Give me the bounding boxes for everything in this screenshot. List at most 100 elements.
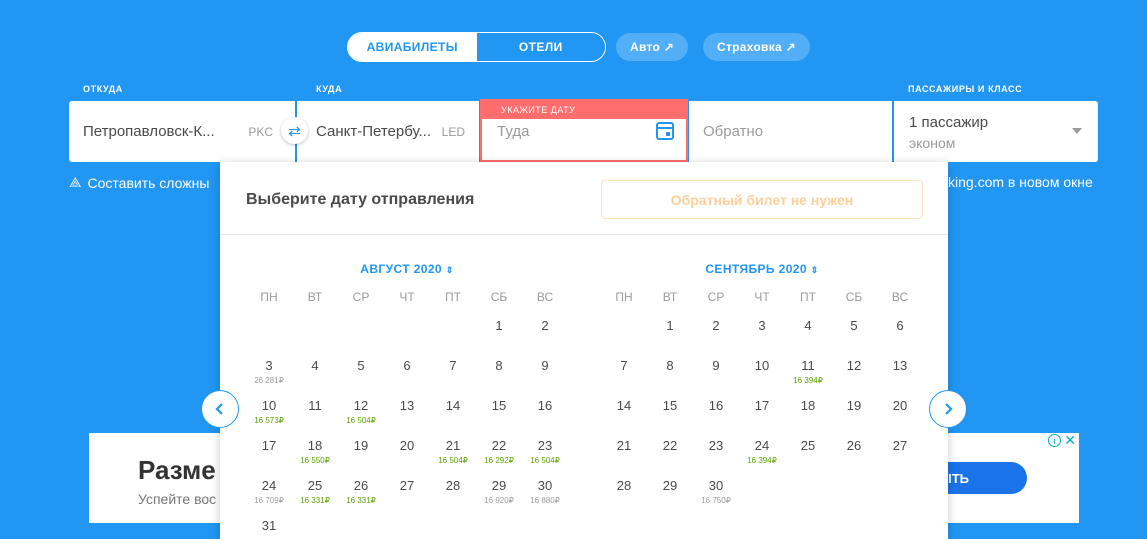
calendar-day[interactable]: 23 <box>693 438 739 454</box>
calendar-day[interactable]: 17 <box>739 398 785 414</box>
calendar-day[interactable]: 8 <box>476 358 522 374</box>
day-number: 26 <box>353 478 369 493</box>
date-picker: Выберите дату отправления Обратный билет… <box>220 162 948 539</box>
calendar-day[interactable]: 9 <box>693 358 739 374</box>
prev-month-button[interactable] <box>201 390 239 428</box>
calendar-day[interactable]: 29 <box>647 478 693 494</box>
origin-field[interactable]: Петропавловск-К... PKC <box>69 101 295 162</box>
day-number: 2 <box>541 318 549 333</box>
tab-flights[interactable]: Авиабилеты <box>348 33 477 61</box>
info-icon[interactable]: i <box>1048 434 1061 447</box>
calendar-day[interactable]: 16 <box>522 398 568 414</box>
day-number: 16 <box>708 398 724 413</box>
calendar-day[interactable]: 6 <box>877 318 923 334</box>
day-price: 16 920₽ <box>484 496 514 505</box>
calendar-day[interactable]: 21 <box>601 438 647 454</box>
calendar-day[interactable]: 3 26 281₽ <box>246 358 292 386</box>
tab-group: Авиабилеты Отели <box>347 32 606 62</box>
departure-placeholder: Туда <box>497 123 530 140</box>
calendar-day[interactable]: 10 16 573₽ <box>246 398 292 426</box>
day-price: 16 504₽ <box>530 456 560 465</box>
auto-link[interactable]: Авто ↗ <box>616 33 689 61</box>
calendar-day[interactable]: 14 <box>601 398 647 414</box>
calendar-day[interactable]: 20 <box>877 398 923 414</box>
calendar-day[interactable]: 9 <box>522 358 568 374</box>
day-price: 16 331₽ <box>346 496 376 505</box>
day-number: 1 <box>666 318 674 333</box>
passengers-field[interactable]: 1 пассажир эконом <box>894 101 1098 162</box>
insurance-link[interactable]: Страховка ↗ <box>703 33 810 61</box>
sort-icon: ⇕ <box>810 265 819 275</box>
calendar-day[interactable]: 18 <box>785 398 831 414</box>
calendar-day[interactable]: 12 <box>831 358 877 374</box>
calendar-day[interactable]: 2 <box>693 318 739 334</box>
calendar-day[interactable]: 13 <box>877 358 923 374</box>
calendar-day[interactable]: 25 <box>785 438 831 454</box>
day-number: 12 <box>846 358 862 373</box>
calendar-day[interactable]: 24 16 709₽ <box>246 478 292 506</box>
oneway-button[interactable]: Обратный билет не нужен <box>601 180 923 219</box>
day-number: 24 <box>261 478 277 493</box>
day-number: 3 <box>758 318 766 333</box>
calendar-day[interactable]: 1 <box>476 318 522 334</box>
calendar-day[interactable]: 19 <box>831 398 877 414</box>
calendar-icon[interactable] <box>656 122 674 140</box>
day-number: 23 <box>708 438 724 453</box>
calendar-day[interactable]: 3 <box>739 318 785 334</box>
calendar-day[interactable]: 31 <box>246 518 292 534</box>
calendar-day[interactable]: 27 <box>384 478 430 494</box>
calendar-day[interactable]: 8 <box>647 358 693 374</box>
close-icon[interactable]: ✕ <box>1064 432 1076 449</box>
calendar-day[interactable]: 4 <box>785 318 831 334</box>
calendar-day[interactable]: 11 <box>292 398 338 414</box>
calendar-day[interactable]: 14 <box>430 398 476 414</box>
calendar-day[interactable]: 7 <box>601 358 647 374</box>
calendar-day[interactable]: 5 <box>338 358 384 374</box>
calendar-day[interactable]: 22 16 292₽ <box>476 438 522 466</box>
day-number: 10 <box>261 398 277 413</box>
calendar-day[interactable]: 10 <box>739 358 785 374</box>
calendar-day[interactable]: 22 <box>647 438 693 454</box>
calendar-day[interactable]: 23 16 504₽ <box>522 438 568 466</box>
swap-icon[interactable]: ⇄ <box>281 117 308 144</box>
departure-date-field[interactable]: Укажите дату Туда <box>480 99 688 162</box>
return-date-field[interactable]: Обратно <box>689 101 892 162</box>
calendar-day[interactable]: 20 <box>384 438 430 454</box>
calendar-day[interactable]: 24 16 394₽ <box>739 438 785 466</box>
calendar-day[interactable]: 6 <box>384 358 430 374</box>
calendar-day[interactable]: 26 16 331₽ <box>338 478 384 506</box>
complex-route-link[interactable]: ⟁ Составить сложны <box>69 174 209 191</box>
destination-field[interactable]: Санкт-Петербу... LED <box>297 101 479 162</box>
next-month-button[interactable] <box>929 390 967 428</box>
calendar-day[interactable]: 16 <box>693 398 739 414</box>
calendar-day[interactable]: 4 <box>292 358 338 374</box>
calendar-day[interactable]: 28 <box>430 478 476 494</box>
calendar-day[interactable]: 15 <box>647 398 693 414</box>
calendar-day[interactable]: 15 <box>476 398 522 414</box>
calendar-day[interactable]: 28 <box>601 478 647 494</box>
month-title[interactable]: Сентябрь 2020 ⇕ <box>601 262 923 276</box>
calendar-day[interactable]: 30 16 880₽ <box>522 478 568 506</box>
booking-link[interactable]: king.com в новом окне <box>948 174 1093 190</box>
tab-hotels[interactable]: Отели <box>476 33 605 61</box>
calendar-day[interactable]: 26 <box>831 438 877 454</box>
calendar-day[interactable]: 17 <box>246 438 292 454</box>
calendar-day[interactable]: 2 <box>522 318 568 334</box>
calendar-day[interactable]: 21 16 504₽ <box>430 438 476 466</box>
calendar-day[interactable]: 18 16 550₽ <box>292 438 338 466</box>
calendar-day[interactable]: 27 <box>877 438 923 454</box>
calendar-day[interactable]: 7 <box>430 358 476 374</box>
calendar-day[interactable]: 13 <box>384 398 430 414</box>
calendar-day[interactable]: 5 <box>831 318 877 334</box>
calendar-day[interactable]: 12 16 504₽ <box>338 398 384 426</box>
calendar-day[interactable]: 1 <box>647 318 693 334</box>
day-number: 19 <box>846 398 862 413</box>
day-price: 26 281₽ <box>254 376 284 385</box>
month-title[interactable]: Август 2020 ⇕ <box>246 262 568 276</box>
ad-headline: Разме <box>138 455 216 485</box>
calendar-day[interactable]: 29 16 920₽ <box>476 478 522 506</box>
calendar-day[interactable]: 19 <box>338 438 384 454</box>
calendar-day[interactable]: 25 16 331₽ <box>292 478 338 506</box>
calendar-day[interactable]: 11 16 394₽ <box>785 358 831 386</box>
calendar-day[interactable]: 30 16 750₽ <box>693 478 739 506</box>
